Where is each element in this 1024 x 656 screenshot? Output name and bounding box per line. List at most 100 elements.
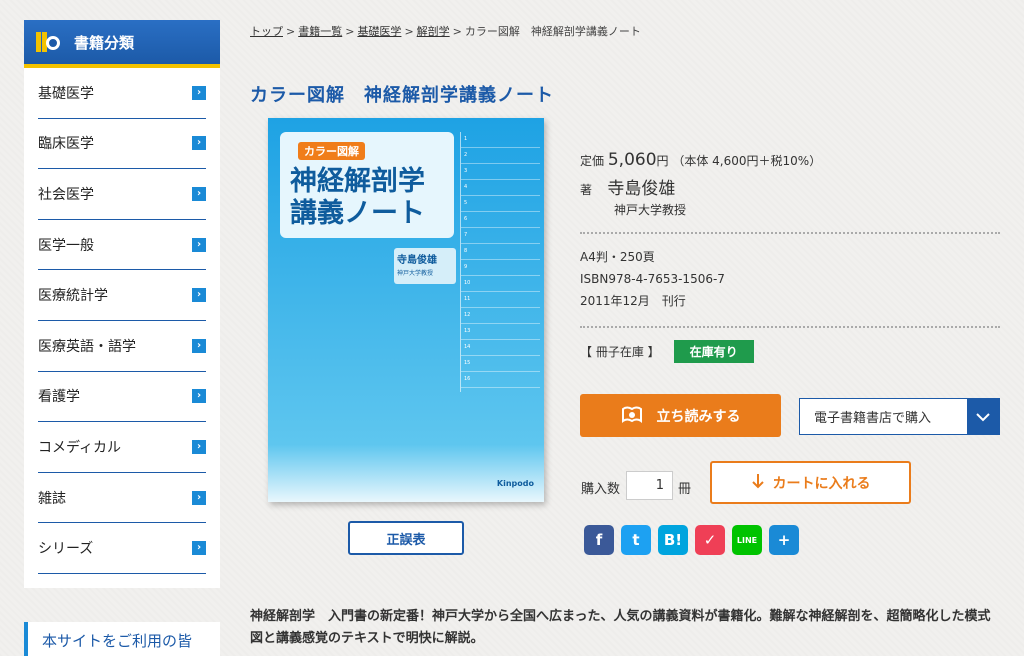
- book-open-icon: [621, 405, 643, 427]
- stock-label: 【 冊子在庫 】: [580, 345, 660, 359]
- sidebar-item-label: 雑誌: [38, 490, 66, 507]
- cart-label: カートに入れる: [772, 475, 871, 492]
- facebook-share-icon[interactable]: f: [584, 525, 614, 555]
- sidebar-item[interactable]: 雑誌 ›: [38, 473, 206, 524]
- cover-author: 寺島俊雄 神戸大学教授: [394, 248, 456, 284]
- quantity-unit: 冊: [678, 482, 692, 497]
- sidebar-item[interactable]: 臨床医学 ›: [38, 119, 206, 170]
- breadcrumb-link[interactable]: 基礎医学: [357, 25, 401, 38]
- stock-row: 【 冊子在庫 】 在庫有り: [580, 340, 1000, 363]
- sidebar-item-label: 医療統計学: [38, 288, 108, 305]
- category-sidebar: 書籍分類 基礎医学 › 臨床医学 › 社会医学 › 医学一般 › 医療統計学 › 医療英語・語学 › 看…: [24, 20, 220, 588]
- cover-toc-item: 7: [461, 228, 540, 244]
- price-unit: 円: [656, 154, 669, 168]
- breadcrumb-link[interactable]: トップ: [250, 25, 283, 38]
- chevron-right-icon: ›: [192, 541, 206, 556]
- chevron-right-icon: ›: [192, 136, 206, 151]
- sidebar-item-label: 基礎医学: [38, 85, 94, 102]
- cover-toc-item: 5: [461, 196, 540, 212]
- page-title: カラー図解 神経解剖学講義ノート: [250, 85, 554, 106]
- cover-toc-item: 13: [461, 324, 540, 340]
- sidebar-header: 書籍分類: [24, 20, 220, 68]
- cover-toc-item: 4: [461, 180, 540, 196]
- breadcrumb-separator: >: [345, 25, 355, 38]
- ebook-store-select[interactable]: 電子書籍書店で購入: [799, 398, 1000, 435]
- cover-toc-item: 10: [461, 276, 540, 292]
- chevron-right-icon: ›: [192, 490, 206, 505]
- sidebar-item[interactable]: 医療英語・語学 ›: [38, 321, 206, 372]
- cover-toc-item: 6: [461, 212, 540, 228]
- chevron-right-icon: ›: [192, 439, 206, 454]
- sidebar-item[interactable]: 社会医学 ›: [38, 169, 206, 220]
- chevron-right-icon: ›: [192, 338, 206, 353]
- book-info: 定価 5,060円 （本体 4,600円＋税10%） 著 寺島俊雄 神戸大学教授…: [580, 150, 1000, 363]
- chevron-right-icon: ›: [192, 186, 206, 201]
- cover-toc: 1 2 3 4 5 6 7 8 9 10 11 12 13 14 15 16: [460, 132, 540, 392]
- cover-toc-item: 16: [461, 372, 540, 388]
- price-label: 定価: [580, 154, 605, 168]
- author-prefix: 著: [580, 183, 593, 197]
- cover-title-panel: カラー図解 神経解剖学 講義ノート: [280, 132, 454, 238]
- sidebar-item[interactable]: シリーズ ›: [38, 523, 206, 574]
- author: 著 寺島俊雄: [580, 174, 1000, 199]
- category-list: 基礎医学 › 臨床医学 › 社会医学 › 医学一般 › 医療統計学 › 医療英語・語学 › 看護学 › コメ…: [24, 68, 220, 588]
- stock-badge: 在庫有り: [673, 340, 754, 363]
- preview-button[interactable]: 立ち読みする: [580, 394, 781, 437]
- book-isbn: ISBN978-4-7653-1506-7: [580, 272, 725, 286]
- cover-title: 神経解剖学 講義ノート: [290, 166, 425, 230]
- add-to-cart-button[interactable]: カートに入れる: [710, 461, 911, 504]
- breadcrumb-separator: >: [404, 25, 414, 38]
- chevron-right-icon: ›: [192, 389, 206, 404]
- chevron-right-icon: ›: [192, 237, 206, 252]
- site-notice-heading[interactable]: 本サイトをご利用の皆: [24, 622, 220, 656]
- sidebar-title: 書籍分類: [74, 33, 135, 52]
- price: 定価 5,060円 （本体 4,600円＋税10%）: [580, 150, 1000, 170]
- chevron-right-icon: ›: [192, 85, 206, 100]
- quantity-label: 購入数: [581, 482, 621, 497]
- sidebar-item[interactable]: コメディカル ›: [38, 422, 206, 473]
- cover-toc-item: 15: [461, 356, 540, 372]
- twitter-share-icon[interactable]: t: [621, 525, 651, 555]
- price-detail: （本体 4,600円＋税10%）: [672, 154, 822, 168]
- share-buttons: f t B! ✓ LINE +: [584, 525, 799, 555]
- sidebar-item-label: 医療英語・語学: [38, 338, 136, 355]
- quantity-input[interactable]: 1: [626, 471, 673, 500]
- sidebar-item-label: シリーズ: [38, 541, 94, 558]
- breadcrumb-current: カラー図解 神経解剖学講義ノート: [464, 25, 641, 38]
- breadcrumb: トップ > 書籍一覧 > 基礎医学 > 解剖学 > カラー図解 神経解剖学講義ノート: [250, 23, 641, 39]
- sidebar-item-label: 社会医学: [38, 186, 94, 203]
- cover-title-line2: 講義ノート: [290, 198, 425, 229]
- cover-author-affiliation: 神戸大学教授: [397, 270, 434, 277]
- sidebar-item[interactable]: 看護学 ›: [38, 372, 206, 423]
- pocket-share-icon[interactable]: ✓: [695, 525, 725, 555]
- sidebar-item[interactable]: 医学一般 ›: [38, 220, 206, 271]
- hatena-share-icon[interactable]: B!: [658, 525, 688, 555]
- divider: [580, 326, 1000, 328]
- cover-toc-item: 2: [461, 148, 540, 164]
- breadcrumb-separator: >: [286, 25, 296, 38]
- sidebar-item[interactable]: 基礎医学 ›: [38, 68, 206, 119]
- author-name: 寺島俊雄: [607, 179, 676, 199]
- breadcrumb-link[interactable]: 書籍一覧: [298, 25, 342, 38]
- cover-tag: カラー図解: [298, 142, 365, 160]
- sidebar-item[interactable]: 医療統計学 ›: [38, 270, 206, 321]
- cover-toc-item: 3: [461, 164, 540, 180]
- cover-publisher: Kinpodo: [496, 479, 534, 488]
- book-cover-image[interactable]: カラー図解 神経解剖学 講義ノート 寺島俊雄 神戸大学教授 1234567891…: [268, 118, 544, 502]
- chevron-right-icon: ›: [192, 288, 206, 303]
- cover-toc-item: 11: [461, 292, 540, 308]
- arrow-down-icon: [751, 473, 765, 493]
- line-share-icon[interactable]: LINE: [732, 525, 762, 555]
- cover-toc-item: 9: [461, 260, 540, 276]
- chevron-down-icon[interactable]: [967, 399, 999, 434]
- breadcrumb-link[interactable]: 解剖学: [417, 25, 450, 38]
- book-published: 2011年12月 刊行: [580, 294, 686, 308]
- book-specs: A4判・250頁 ISBN978-4-7653-1506-7 2011年12月 …: [580, 246, 1000, 312]
- cover-toc-item: 12: [461, 308, 540, 324]
- book-search-icon: [36, 30, 62, 54]
- share-share-icon[interactable]: +: [769, 525, 799, 555]
- errata-button[interactable]: 正誤表: [348, 521, 464, 555]
- cover-author-name: 寺島俊雄: [397, 255, 437, 266]
- price-value: 5,060: [607, 150, 657, 170]
- book-format: A4判・250頁: [580, 250, 655, 264]
